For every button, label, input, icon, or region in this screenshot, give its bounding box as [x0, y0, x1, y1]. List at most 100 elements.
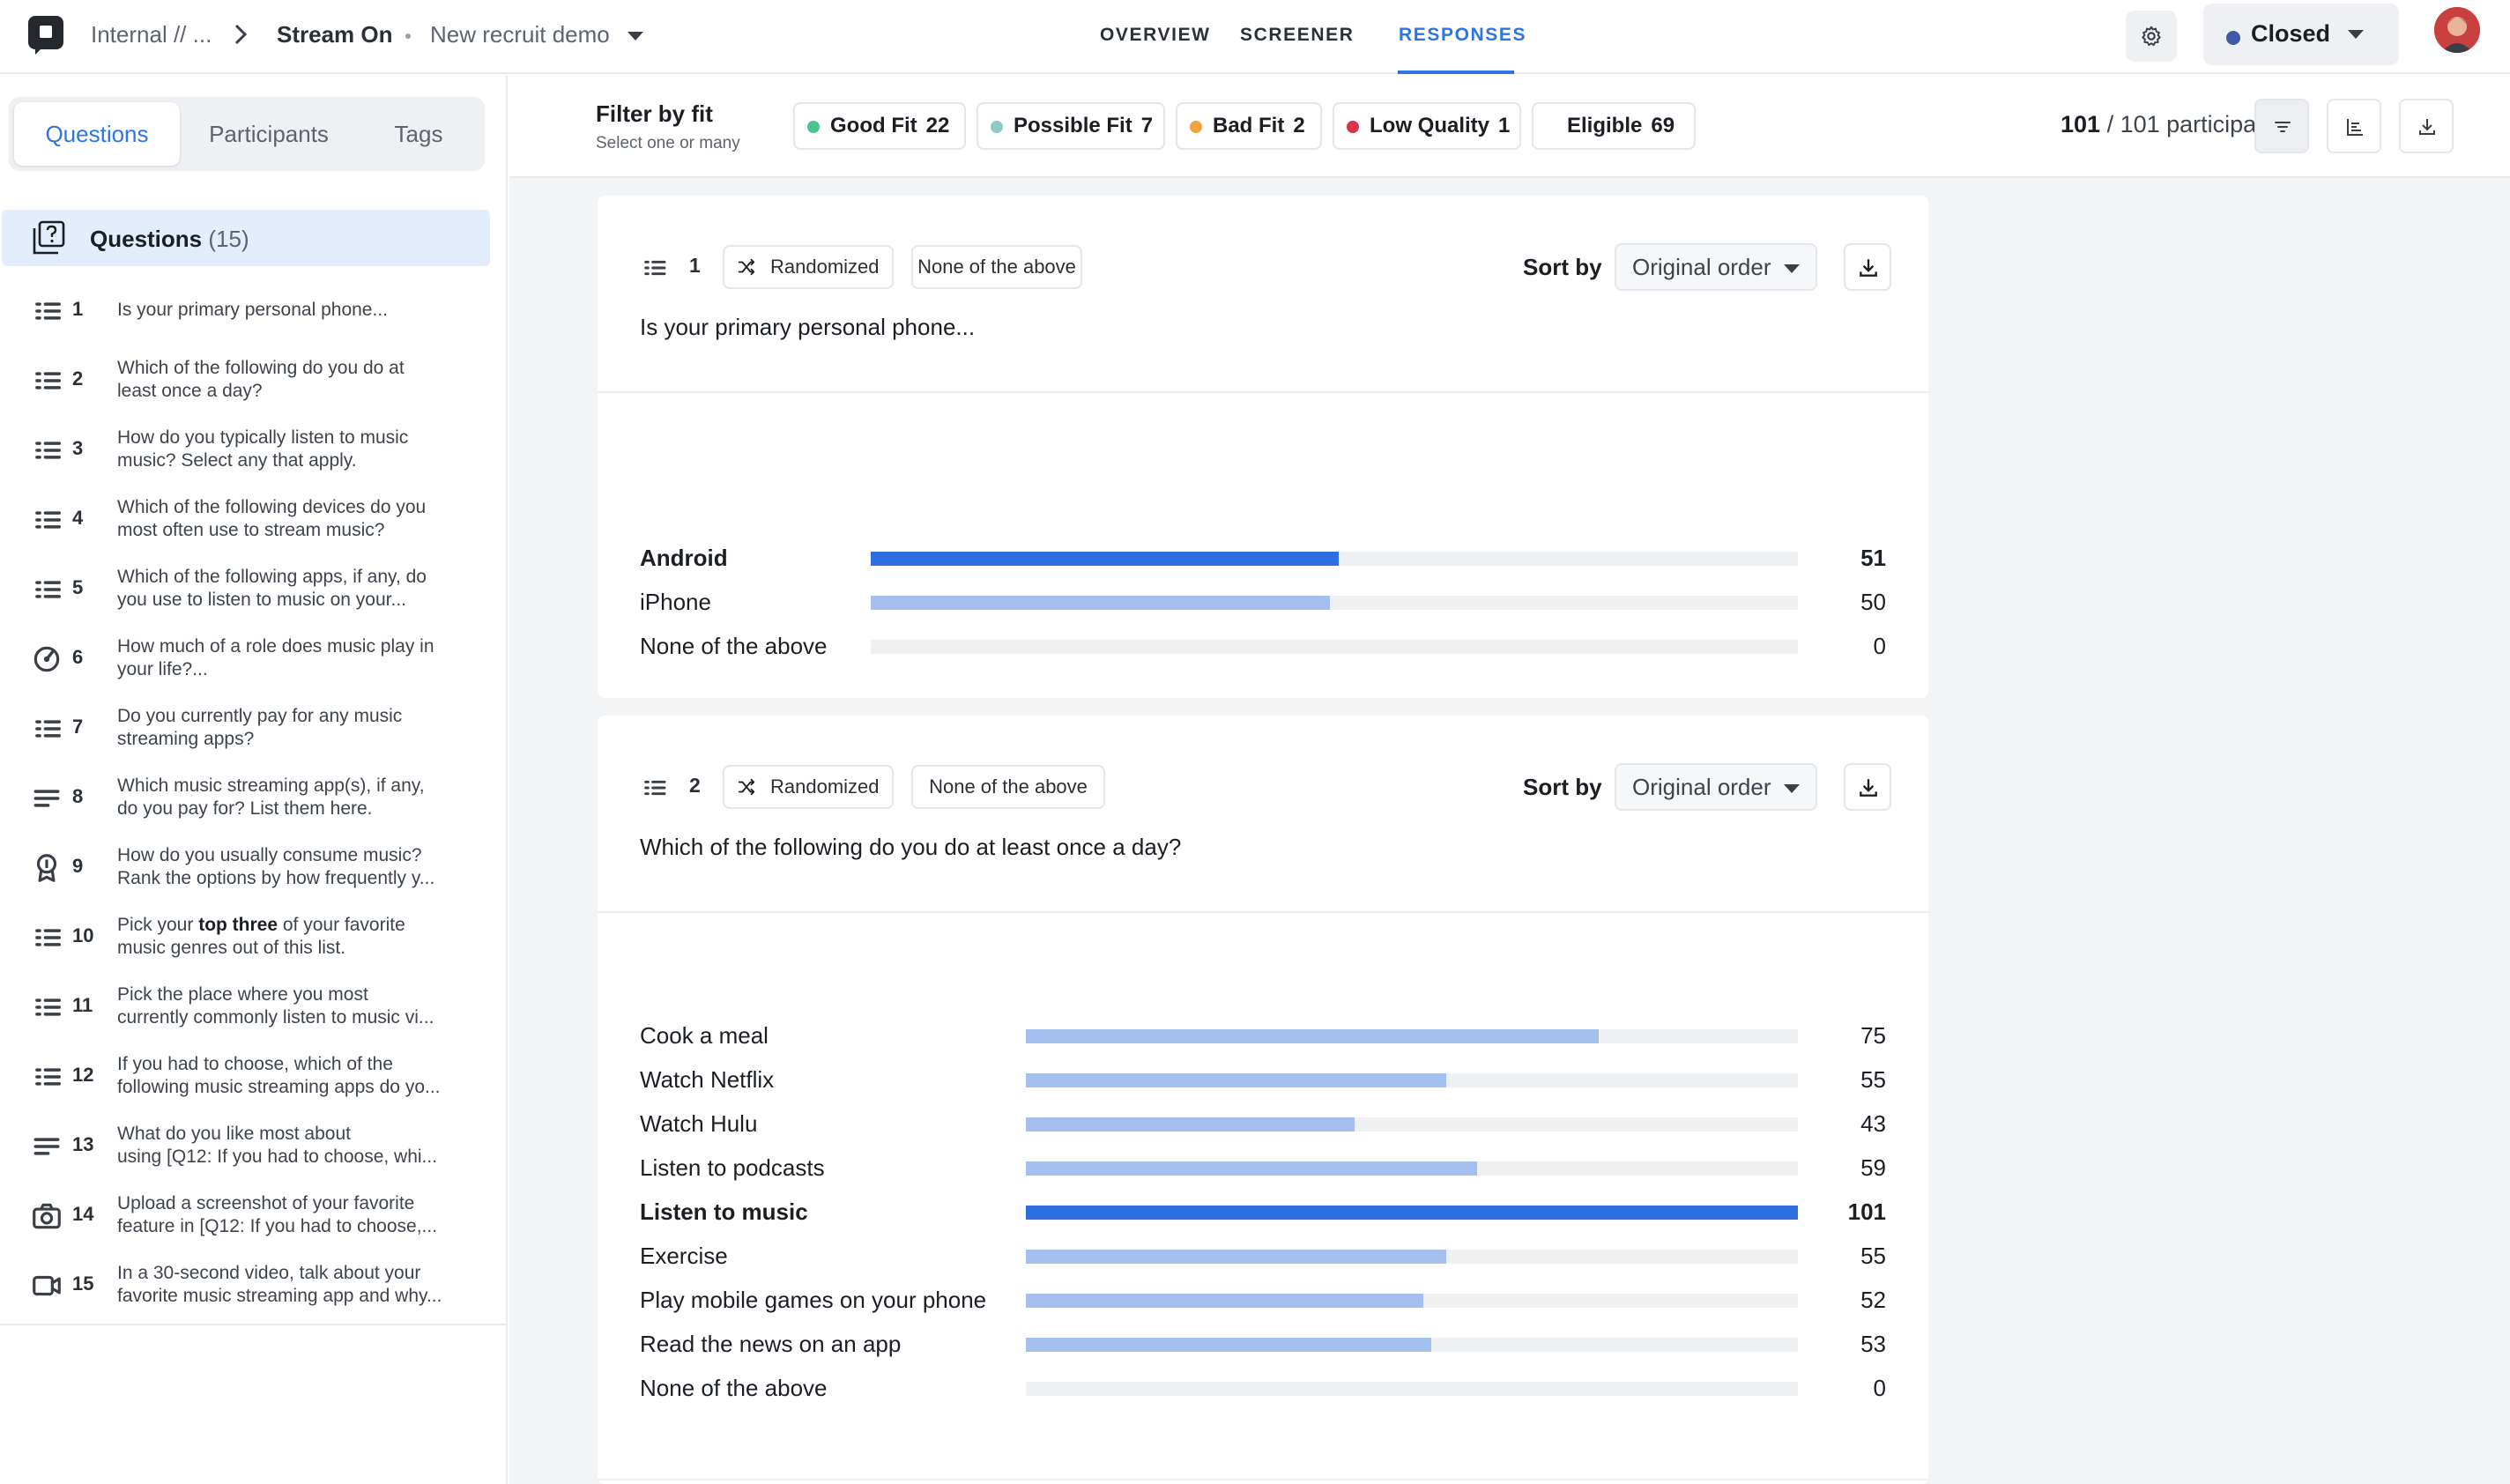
- chart-view-button[interactable]: [2327, 99, 2381, 153]
- bar-fill: [871, 552, 1340, 566]
- question-list-item[interactable]: 15 In a 30-second video, talk about your f…: [0, 1250, 508, 1319]
- card-divider: [598, 391, 1928, 393]
- question-list-item[interactable]: 6 How much of a role does music play in yo…: [0, 623, 508, 693]
- gear-icon: [2142, 26, 2161, 47]
- question-list-item[interactable]: 12 If you had to choose, which of the foll…: [0, 1041, 508, 1110]
- tab-participants[interactable]: Participants: [185, 102, 353, 166]
- question-number: 15: [72, 1273, 94, 1295]
- video-icon: [33, 1275, 61, 1296]
- questions-header-label: Questions (15): [90, 226, 249, 253]
- bar-row: Android 51: [640, 539, 1886, 578]
- top-bar: Internal // ... Stream On New recruit de…: [0, 0, 2510, 74]
- bar-fill: [1026, 1294, 1423, 1308]
- question-number: 1: [72, 298, 84, 320]
- fit-chip[interactable]: Eligible 69: [1532, 102, 1696, 150]
- randomized-badge: Randomized: [723, 245, 894, 289]
- filter-button[interactable]: [2254, 99, 2309, 153]
- active-tab-indicator: [1398, 70, 1514, 74]
- card-divider: [598, 911, 1928, 913]
- question-text: What do you like most about using [Q12: I…: [117, 1123, 479, 1169]
- bar-value: 43: [1860, 1110, 1886, 1137]
- question-list-item[interactable]: 14 Upload a screenshot of your favorite fe…: [0, 1180, 508, 1250]
- download-question-button[interactable]: [1844, 243, 1891, 291]
- question-text-line: following music streaming apps do yo...: [117, 1077, 441, 1097]
- sort-select[interactable]: Original order: [1615, 243, 1817, 291]
- question-list-item[interactable]: 3 How do you typically listen to music mus…: [0, 414, 508, 484]
- question-text-line: How do you typically listen to music: [117, 427, 409, 448]
- question-text-line: Rank the options by how frequently y...: [117, 868, 435, 888]
- question-list-item[interactable]: 11 Pick the place where you most currently…: [0, 971, 508, 1041]
- list-icon: [644, 780, 666, 796]
- tab-responses[interactable]: RESPONSES: [1399, 25, 1526, 46]
- question-text-line: currently commonly listen to music vi...: [117, 1007, 434, 1028]
- question-text-line: least once a day?: [117, 381, 263, 401]
- question-list-item[interactable]: 5 Which of the following apps, if any, do…: [0, 553, 508, 623]
- app-logo-icon[interactable]: [28, 16, 63, 55]
- project-selector[interactable]: New recruit demo: [430, 19, 610, 49]
- text-lines-icon: [33, 1138, 60, 1155]
- bar-fill: [1026, 1029, 1600, 1043]
- question-text-line: What do you like most about: [117, 1124, 351, 1144]
- bar-row: None of the above 0: [640, 627, 1886, 666]
- bar-track: [1026, 1250, 1798, 1264]
- bar-track: [871, 596, 1798, 610]
- question-list-item[interactable]: 10 Pick your top three of your favorite mu…: [0, 902, 508, 971]
- question-list-item[interactable]: 2 Which of the following do you do at leas…: [0, 345, 508, 414]
- fit-chip-count: 1: [1498, 114, 1511, 137]
- question-list-item[interactable]: 7 Do you currently pay for any music strea…: [0, 693, 508, 762]
- main-content: Filter by fit Select one or many Good Fi…: [509, 76, 2510, 1484]
- tab-tags[interactable]: Tags: [358, 102, 479, 166]
- tab-questions[interactable]: Questions: [14, 102, 180, 166]
- bar-fill: [1026, 1250, 1447, 1264]
- questions-section-header[interactable]: Questions (15): [2, 210, 490, 266]
- question-number: 5: [72, 576, 84, 598]
- question-title: Is your primary personal phone...: [640, 314, 976, 340]
- fit-chip[interactable]: Bad Fit 2: [1176, 102, 1322, 150]
- question-list-item[interactable]: 9 How do you usually consume music? Rank t…: [0, 832, 508, 902]
- bar-fill: [1026, 1073, 1447, 1087]
- fit-chip[interactable]: Low Quality 1: [1333, 102, 1521, 150]
- question-text-line: Which music streaming app(s), if any,: [117, 775, 425, 796]
- question-text: If you had to choose, which of the follow…: [117, 1053, 479, 1099]
- list-icon: [35, 929, 61, 946]
- sort-label: Sort by: [1523, 254, 1602, 280]
- question-text-emphasis: top three: [198, 915, 278, 935]
- bar-fill: [1026, 1161, 1477, 1176]
- bar-value: 50: [1860, 589, 1886, 615]
- download-icon: [1860, 779, 1877, 797]
- fit-chip[interactable]: Good Fit 22: [793, 102, 966, 150]
- bar-label: Listen to podcasts: [640, 1154, 825, 1181]
- fit-chip[interactable]: Possible Fit 7: [977, 102, 1165, 150]
- chevron-down-icon[interactable]: [628, 32, 643, 41]
- bar-value: 101: [1847, 1198, 1886, 1225]
- camera-icon: [33, 1203, 61, 1229]
- bar-row: Play mobile games on your phone 52: [640, 1281, 1886, 1320]
- sort-select[interactable]: Original order: [1615, 763, 1817, 811]
- question-number: 8: [72, 785, 84, 807]
- tab-overview[interactable]: OVERVIEW: [1100, 25, 1211, 46]
- fit-chip-label: Low Quality: [1370, 114, 1490, 137]
- bar-track: [1026, 1338, 1798, 1352]
- avatar[interactable]: [2434, 7, 2480, 53]
- tab-screener[interactable]: SCREENER: [1240, 25, 1355, 46]
- download-question-button[interactable]: [1844, 763, 1891, 811]
- breadcrumb-workspace[interactable]: Internal // ...: [91, 19, 212, 49]
- export-button[interactable]: [2399, 99, 2454, 153]
- bar-fill: [871, 596, 1330, 610]
- shuffle-icon: [738, 778, 755, 796]
- bar-label: Watch Netflix: [640, 1066, 775, 1093]
- text-lines-icon: [33, 790, 60, 807]
- fit-chip-label: Bad Fit: [1213, 114, 1285, 137]
- question-text-line: Is your primary personal phone...: [117, 300, 388, 320]
- question-list-item[interactable]: 1 Is your primary personal phone...: [0, 275, 508, 345]
- question-list-item[interactable]: 8 Which music streaming app(s), if any, do…: [0, 762, 508, 832]
- question-list-item[interactable]: 4 Which of the following devices do you mo…: [0, 484, 508, 553]
- breadcrumb-study[interactable]: Stream On: [277, 19, 393, 49]
- breadcrumb-separator: [405, 33, 411, 39]
- question-list-item[interactable]: 13 What do you like most about using [Q12:…: [0, 1110, 508, 1180]
- question-number: 10: [72, 924, 94, 946]
- status-dropdown[interactable]: Closed: [2203, 4, 2399, 65]
- settings-button[interactable]: [2126, 11, 2177, 62]
- fit-chip-content: Possible Fit 7: [1014, 104, 1153, 148]
- question-number: 14: [72, 1203, 94, 1225]
